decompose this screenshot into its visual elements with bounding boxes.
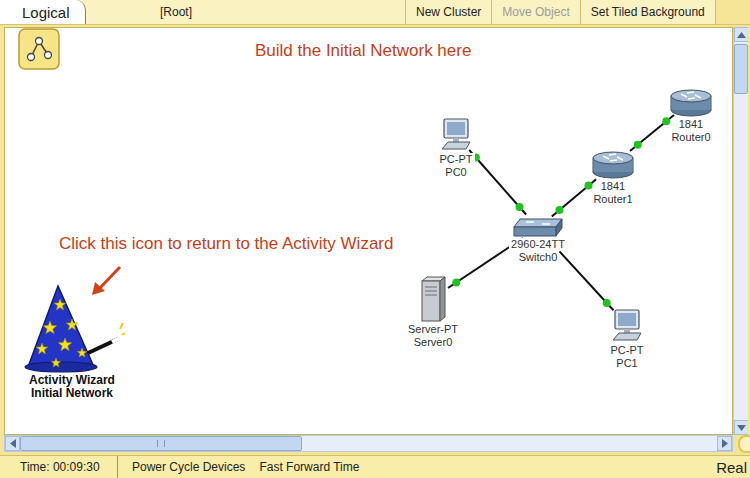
- network-device[interactable]: 1841Router1: [568, 150, 658, 206]
- sim-time: Time: 00:09:30: [0, 456, 118, 478]
- device-name: PC1: [614, 357, 639, 370]
- scroll-left-button[interactable]: [5, 436, 20, 451]
- pc-icon[interactable]: [438, 117, 474, 153]
- down-arrow-icon: [737, 425, 746, 431]
- link-light-icon: [555, 206, 563, 214]
- toolbar-button[interactable]: Set Tiled Background: [581, 0, 716, 24]
- workspace-bar: Logical[Root]New ClusterMove ObjectSet T…: [0, 0, 750, 25]
- bar-spacer: [716, 0, 750, 24]
- network-device[interactable]: PC-PTPC0: [411, 117, 501, 179]
- switch-icon[interactable]: [512, 218, 564, 238]
- device-model: 1841: [599, 180, 627, 193]
- pc-icon[interactable]: [609, 308, 645, 344]
- scroll-thumb[interactable]: [20, 436, 302, 451]
- wizard-label: Initial Network: [31, 387, 113, 400]
- scroll-thumb[interactable]: [734, 44, 748, 94]
- link-light-icon: [584, 182, 592, 190]
- network-device[interactable]: Server-PTServer0: [388, 275, 478, 349]
- workspace-frame: Build the Initial Network here Click this…: [0, 25, 750, 455]
- device-model: PC-PT: [609, 344, 646, 357]
- router-icon[interactable]: [591, 150, 635, 180]
- device-name: Router0: [669, 131, 712, 144]
- scroll-right-button[interactable]: [717, 436, 732, 451]
- thumb-grip: [157, 440, 165, 447]
- frame-corner: [733, 435, 750, 452]
- up-arrow-icon: [737, 32, 746, 38]
- device-name: Router1: [591, 193, 634, 206]
- hint-arrow-icon: [89, 264, 125, 298]
- logical-canvas[interactable]: Build the Initial Network here Click this…: [4, 27, 733, 435]
- link-light-icon: [662, 117, 670, 125]
- scroll-up-button[interactable]: [734, 27, 749, 42]
- device-name: Switch0: [517, 251, 560, 264]
- breadcrumb: [Root]: [86, 0, 406, 24]
- vertical-scrollbar[interactable]: [733, 27, 748, 435]
- link-light-icon: [452, 278, 460, 286]
- scroll-track[interactable]: [734, 42, 748, 420]
- right-arrow-icon: [722, 439, 728, 448]
- network-link[interactable]: [630, 115, 674, 151]
- device-model: 2960-24TT: [509, 238, 567, 251]
- network-device[interactable]: PC-PTPC1: [582, 308, 672, 370]
- left-arrow-icon: [10, 439, 16, 448]
- link-light-icon: [515, 203, 523, 211]
- horizontal-scrollbar[interactable]: [4, 435, 733, 452]
- device-name: PC0: [443, 166, 468, 179]
- device-model: Server-PT: [406, 323, 460, 336]
- canvas-heading: Build the Initial Network here: [255, 41, 471, 61]
- corner-knob: [738, 435, 750, 453]
- packet-tracer-window: Logical[Root]New ClusterMove ObjectSet T…: [0, 0, 750, 478]
- server-icon[interactable]: [418, 275, 448, 323]
- wizard-hint: Click this icon to return to the Activit…: [59, 234, 393, 254]
- scroll-track[interactable]: [20, 436, 717, 451]
- wizard-label: Activity Wizard: [29, 374, 115, 387]
- link-layer: [5, 28, 733, 435]
- router-icon[interactable]: [669, 88, 713, 118]
- network-link[interactable]: [469, 150, 526, 214]
- activity-wizard[interactable]: Activity WizardInitial Network: [18, 283, 126, 400]
- logical-tab[interactable]: Logical: [0, 0, 86, 24]
- realtime-mode-tab[interactable]: Real: [716, 459, 750, 476]
- scroll-down-button[interactable]: [734, 420, 749, 435]
- network-link[interactable]: [550, 241, 613, 310]
- toolbar-button[interactable]: New Cluster: [406, 0, 492, 24]
- device-model: PC-PT: [438, 153, 475, 166]
- network-device[interactable]: 1841Router0: [646, 88, 733, 144]
- status-button[interactable]: Power Cycle Devices: [118, 460, 245, 474]
- frame-edge: [748, 27, 750, 435]
- toolbar-button[interactable]: Move Object: [492, 0, 580, 24]
- link-light-icon: [603, 299, 611, 307]
- network-device[interactable]: 2960-24TTSwitch0: [493, 218, 583, 264]
- network-link[interactable]: [552, 179, 596, 216]
- link-light-icon: [634, 141, 642, 149]
- wizard-hat-icon[interactable]: [20, 283, 125, 374]
- logical-view-icon[interactable]: [18, 28, 60, 70]
- status-bar: Time: 00:09:30Power Cycle DevicesFast Fo…: [0, 455, 750, 478]
- device-model: 1841: [677, 118, 705, 131]
- device-name: Server0: [412, 336, 455, 349]
- status-button[interactable]: Fast Forward Time: [245, 460, 359, 474]
